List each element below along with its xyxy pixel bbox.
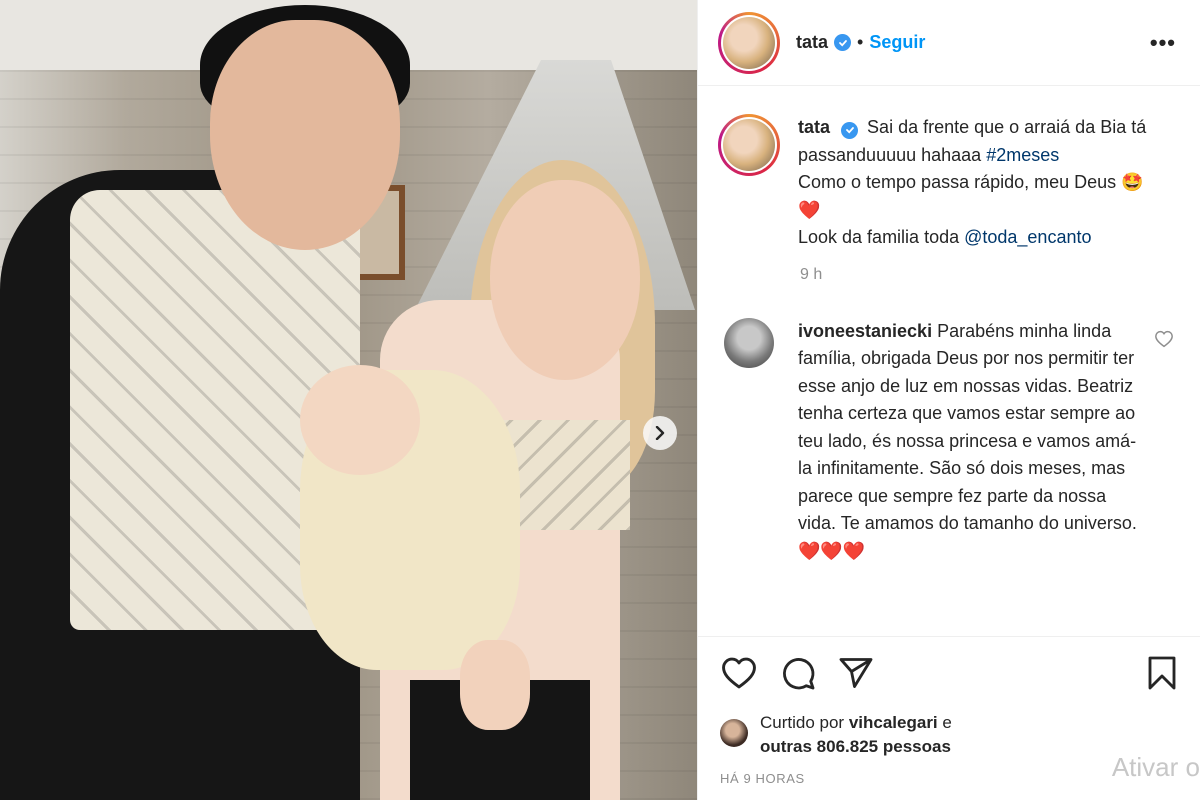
commenter-avatar[interactable] bbox=[724, 317, 774, 368]
comment-text: ivoneestaniecki Parabéns minha linda fam… bbox=[798, 320, 1137, 561]
chevron-right-icon bbox=[655, 426, 665, 440]
share-paper-plane-icon[interactable] bbox=[838, 656, 874, 690]
comment-item: ivoneestaniecki Parabéns minha linda fam… bbox=[718, 317, 1180, 566]
activate-windows-watermark: Ativar o bbox=[1111, 752, 1200, 782]
likes-count[interactable]: outras 806.825 pessoas bbox=[760, 737, 952, 757]
caption-time[interactable]: 9 h bbox=[800, 266, 1180, 284]
comment-username[interactable]: ivoneestaniecki bbox=[798, 321, 932, 341]
hashtag-link[interactable]: #2meses bbox=[986, 145, 1059, 165]
next-photo-button[interactable] bbox=[643, 416, 677, 450]
caption-text: tata Sai da frente que o arraiá da Bia t… bbox=[798, 117, 1147, 247]
bookmark-icon[interactable] bbox=[1146, 655, 1178, 691]
liker-username[interactable]: vihcalegari bbox=[849, 713, 938, 732]
comments-list[interactable]: tata Sai da frente que o arraiá da Bia t… bbox=[698, 86, 1200, 636]
post-side-panel: tata • Seguir ••• tata Sai da frente que… bbox=[697, 0, 1200, 800]
post-header: tata • Seguir ••• bbox=[698, 0, 1200, 86]
caption-username[interactable]: tata bbox=[798, 117, 830, 137]
post-photo[interactable] bbox=[0, 0, 697, 800]
separator-dot: • bbox=[857, 32, 864, 52]
post-timestamp[interactable]: HÁ 9 HORAS bbox=[720, 771, 1178, 786]
verified-icon bbox=[841, 121, 859, 139]
header-username[interactable]: tata bbox=[796, 32, 828, 53]
caption: tata Sai da frente que o arraiá da Bia t… bbox=[718, 114, 1180, 252]
more-options-icon[interactable]: ••• bbox=[1150, 30, 1176, 56]
like-comment-heart-icon[interactable] bbox=[1154, 330, 1174, 348]
profile-avatar[interactable] bbox=[718, 11, 780, 74]
likes-summary: Curtido por vihcalegari e outras 806.825… bbox=[720, 709, 1178, 757]
verified-icon bbox=[834, 34, 852, 51]
follow-button[interactable]: Seguir bbox=[869, 32, 925, 53]
liker-avatar[interactable] bbox=[720, 719, 748, 747]
mention-link[interactable]: @toda_encanto bbox=[964, 227, 1091, 247]
caption-avatar[interactable] bbox=[718, 114, 780, 176]
comment-bubble-icon[interactable] bbox=[780, 655, 816, 691]
like-heart-icon[interactable] bbox=[720, 656, 758, 690]
